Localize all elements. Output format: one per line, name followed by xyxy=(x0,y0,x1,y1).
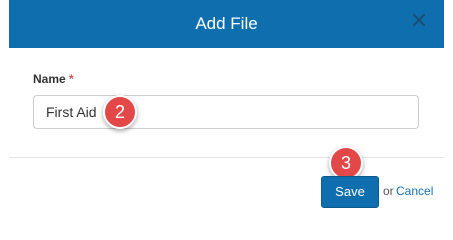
cancel-link[interactable]: Cancel xyxy=(396,184,433,198)
or-text: or xyxy=(383,184,394,198)
add-file-dialog: Add File Name * 2 3 Save or Cancel xyxy=(0,0,453,218)
close-x-glyph xyxy=(412,13,426,27)
close-icon[interactable] xyxy=(410,11,428,29)
save-button[interactable]: Save xyxy=(321,176,379,208)
name-field-label: Name * xyxy=(33,72,74,86)
dialog-title: Add File xyxy=(195,14,258,33)
name-label-text: Name xyxy=(33,72,66,86)
dialog-header: Add File xyxy=(9,0,444,48)
step-2-badge: 2 xyxy=(103,95,137,129)
name-input[interactable] xyxy=(33,95,419,129)
step-3-badge: 3 xyxy=(329,146,363,180)
required-asterisk: * xyxy=(69,72,74,86)
footer-divider xyxy=(9,157,444,158)
